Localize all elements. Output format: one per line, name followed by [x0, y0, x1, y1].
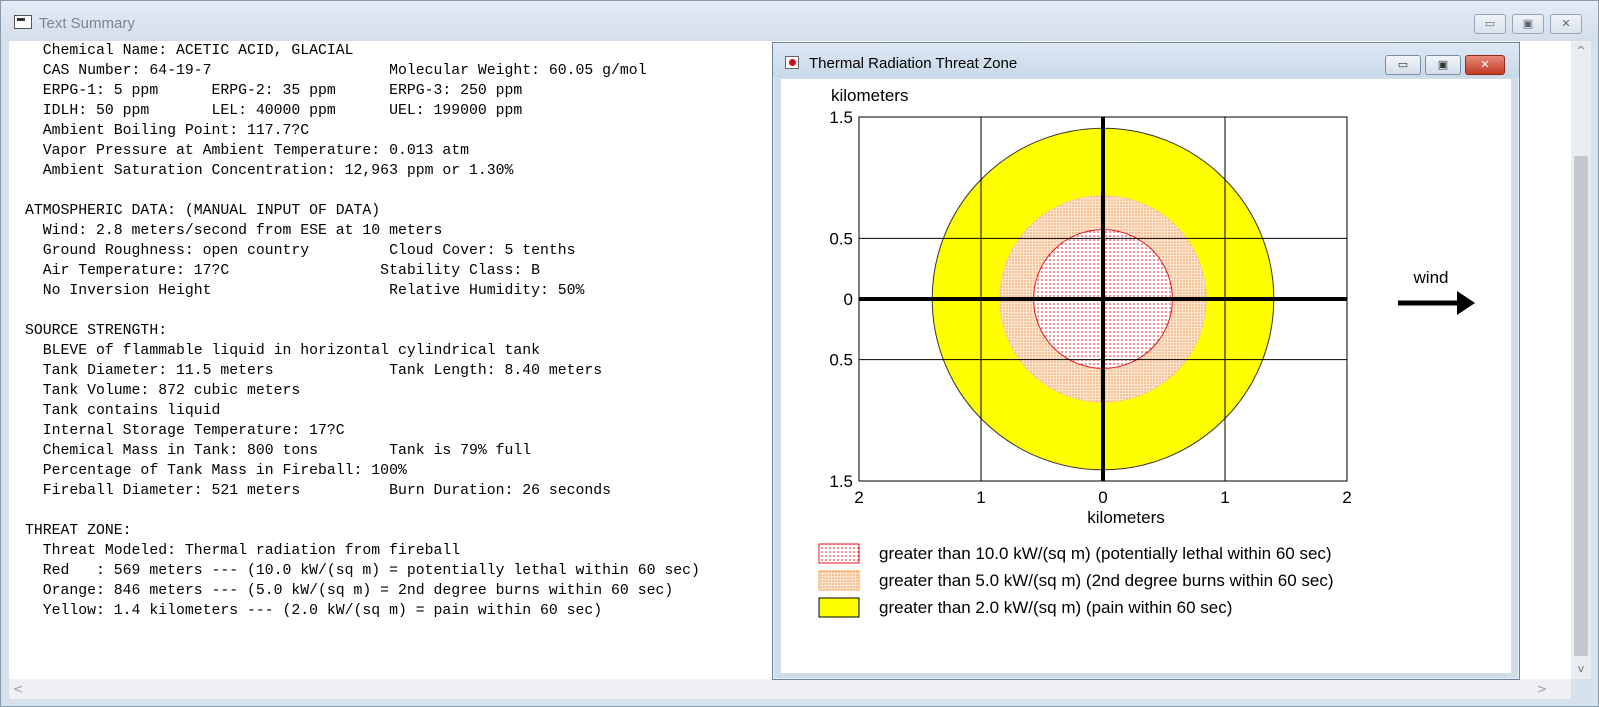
summary-line: Ground Roughness: open country Cloud Cov…: [25, 243, 576, 259]
y-tick-label: 0.5: [829, 351, 853, 370]
summary-line: Threat Modeled: Thermal radiation from f…: [25, 543, 461, 559]
summary-line: Tank contains liquid: [25, 403, 221, 419]
summary-line: [25, 181, 700, 201]
x-tick-label: 2: [1342, 488, 1351, 507]
summary-line: Internal Storage Temperature: 17?C: [25, 423, 345, 439]
summary-line: [25, 301, 700, 321]
summary-line: CAS Number: 64-19-7 Molecular Weight: 60…: [25, 63, 647, 79]
summary-line: Air Temperature: 17?C Stability Class: B: [25, 263, 541, 279]
minimize-button[interactable]: ▭: [1474, 14, 1506, 34]
summary-line: Chemical Name: ACETIC ACID, GLACIAL: [25, 43, 354, 59]
scroll-up-arrow-icon[interactable]: ^: [1571, 41, 1591, 61]
wind-arrow-icon: [1398, 291, 1475, 315]
summary-line: IDLH: 50 ppm LEL: 40000 ppm UEL: 199000 …: [25, 103, 523, 119]
summary-line: Tank Volume: 872 cubic meters: [25, 383, 301, 399]
tz-minimize-button[interactable]: ▭: [1385, 55, 1421, 75]
legend-label: greater than 10.0 kW/(sq m) (potentially…: [879, 544, 1332, 563]
y-tick-label: 0.5: [829, 229, 853, 248]
threat-zone-plot-area: 1.5 0.5 0 0.5 1.5 2 1 0 1 2 kilometers kilometers…: [781, 79, 1511, 673]
legend-swatch: [818, 570, 860, 591]
threat-zone-chart: 1.50.500.51.52 1 0 1 2 kilometers kilometers…: [818, 86, 1475, 618]
wind-label: wind: [1413, 268, 1449, 287]
window-title: Text Summary: [39, 15, 135, 32]
x-tick-label: 0: [1098, 488, 1107, 507]
scroll-down-arrow-icon[interactable]: v: [1571, 659, 1591, 679]
scroll-left-arrow-icon[interactable]: <: [13, 679, 23, 699]
summary-line: Wind: 2.8 meters/second from ESE at 10 m…: [25, 223, 443, 239]
close-button[interactable]: ✕: [1550, 14, 1582, 34]
vertical-scroll-thumb[interactable]: [1574, 156, 1588, 656]
summary-text: Chemical Name: ACETIC ACID, GLACIAL CAS …: [25, 41, 700, 621]
y-axis-unit-label: kilometers: [831, 86, 908, 105]
threat-zone-window: Thermal Radiation Threat Zone ▭ ▣ ✕ 1.5 0…: [772, 42, 1520, 680]
summary-line: [25, 501, 700, 521]
summary-line: Tank Diameter: 11.5 meters Tank Length: …: [25, 363, 603, 379]
summary-line: ERPG-1: 5 ppm ERPG-2: 35 ppm ERPG-3: 250…: [25, 83, 523, 99]
vertical-scrollbar[interactable]: ^ v: [1571, 41, 1591, 679]
summary-line: Chemical Mass in Tank: 800 tons Tank is …: [25, 443, 532, 459]
legend: greater than 10.0 kW/(sq m) (potentially…: [818, 543, 1334, 618]
summary-line: Orange: 846 meters --- (5.0 kW/(sq m) = …: [25, 583, 674, 599]
threat-zone-title: Thermal Radiation Threat Zone: [809, 55, 1018, 72]
text-summary-titlebar[interactable]: Text Summary ▭ ▣ ✕: [1, 1, 1598, 41]
x-tick-label: 1: [1220, 488, 1229, 507]
summary-line: Vapor Pressure at Ambient Temperature: 0…: [25, 143, 469, 159]
summary-line: Fireball Diameter: 521 meters Burn Durat…: [25, 483, 612, 499]
summary-line: SOURCE STRENGTH:: [25, 323, 168, 339]
summary-line: Yellow: 1.4 kilometers --- (2.0 kW/(sq m…: [25, 603, 603, 619]
threat-zone-titlebar[interactable]: Thermal Radiation Threat Zone ▭ ▣ ✕: [773, 43, 1519, 77]
summary-line: Percentage of Tank Mass in Fireball: 100…: [25, 463, 407, 479]
x-tick-label: 2: [854, 488, 863, 507]
legend-label: greater than 2.0 kW/(sq m) (pain within …: [879, 598, 1232, 617]
app-icon[interactable]: [14, 15, 32, 29]
legend-swatch: [818, 597, 860, 618]
tz-maximize-button[interactable]: ▣: [1425, 55, 1461, 75]
summary-line: BLEVE of flammable liquid in horizontal …: [25, 343, 541, 359]
y-tick-label: 1.5: [829, 108, 853, 127]
threat-zone-app-icon[interactable]: [785, 56, 799, 69]
summary-line: ATMOSPHERIC DATA: (MANUAL INPUT OF DATA): [25, 203, 381, 219]
summary-line: No Inversion Height Relative Humidity: 5…: [25, 283, 585, 299]
summary-line: Ambient Saturation Concentration: 12,963…: [25, 163, 514, 179]
legend-swatch: [818, 543, 860, 564]
summary-line: Ambient Boiling Point: 117.7?C: [25, 123, 310, 139]
summary-line: Red : 569 meters --- (10.0 kW/(sq m) = p…: [25, 563, 700, 579]
y-tick-label: 1.5: [829, 472, 853, 491]
scroll-right-arrow-icon[interactable]: >: [1537, 679, 1547, 699]
tz-close-button[interactable]: ✕: [1465, 55, 1505, 75]
horizontal-scrollbar[interactable]: < >: [9, 679, 1571, 699]
legend-label: greater than 5.0 kW/(sq m) (2nd degree b…: [879, 571, 1334, 590]
summary-line: THREAT ZONE:: [25, 523, 132, 539]
y-tick-label: 0: [844, 290, 853, 309]
maximize-button[interactable]: ▣: [1512, 14, 1544, 34]
x-tick-label: 1: [976, 488, 985, 507]
x-axis-unit-label: kilometers: [1087, 508, 1164, 527]
